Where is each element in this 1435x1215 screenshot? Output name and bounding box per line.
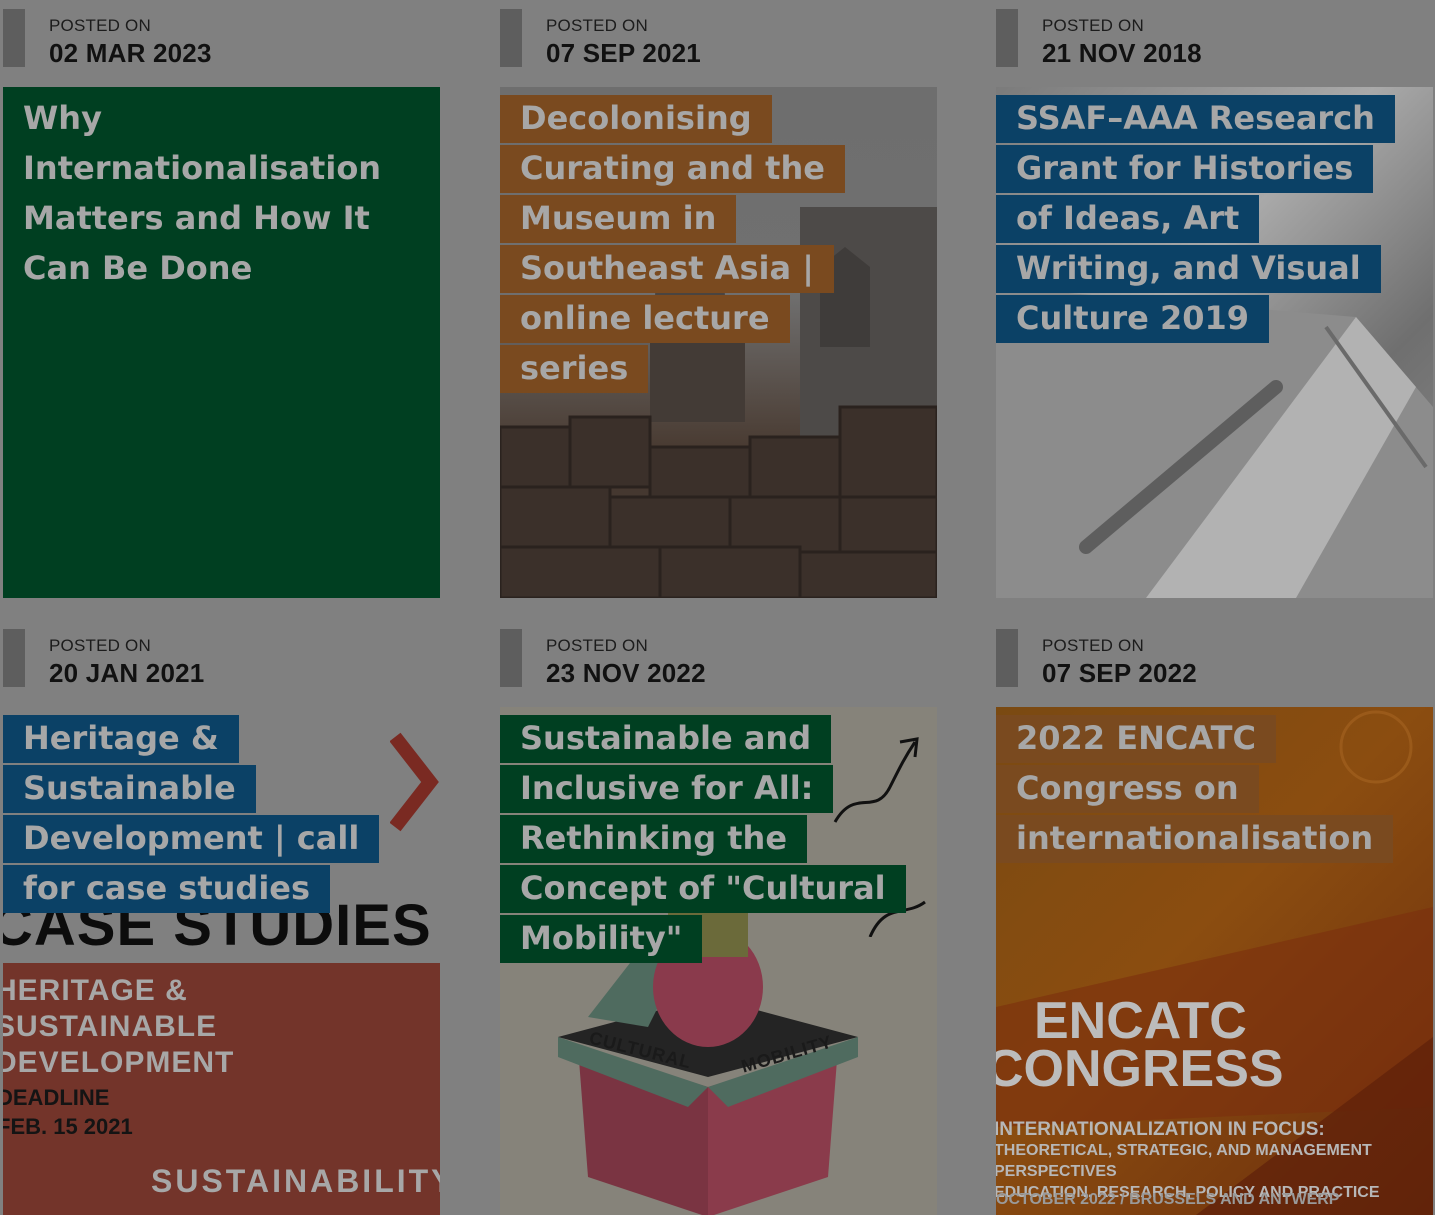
post-meta: POSTED ON 21 NOV 2018 xyxy=(993,0,1431,87)
post-thumbnail[interactable]: Why Internationalisation Matters and How… xyxy=(3,87,440,598)
date-marker xyxy=(996,629,1018,687)
post-date: 02 MAR 2023 xyxy=(49,38,212,68)
post-thumbnail[interactable]: Decolonising Curating and the Museum in … xyxy=(500,87,937,598)
post-title-link[interactable]: Heritage & Sustainable Development | cal… xyxy=(3,715,380,913)
post-card[interactable]: POSTED ON 07 SEP 2021 Decolonising Curat… xyxy=(497,0,937,598)
post-date: 20 JAN 2021 xyxy=(49,658,205,688)
congress-heading: ENCATC CONGRESS xyxy=(996,992,1284,1098)
post-meta: POSTED ON 07 SEP 2021 xyxy=(497,0,935,87)
post-date: 07 SEP 2021 xyxy=(546,38,701,68)
post-thumbnail[interactable]: ENCATC CONGRESS INTERNATIONALIZATION IN … xyxy=(996,707,1433,1215)
posted-on-label: POSTED ON xyxy=(49,16,151,35)
post-card[interactable]: POSTED ON 21 NOV 2018 SSAF–AAA Research … xyxy=(993,0,1433,598)
post-meta: POSTED ON 02 MAR 2023 xyxy=(0,0,438,87)
date-marker xyxy=(500,629,522,687)
post-card[interactable]: POSTED ON 02 MAR 2023 Why Internationali… xyxy=(0,0,440,598)
post-card[interactable]: POSTED ON 20 JAN 2021 CASE STUDIES HERIT… xyxy=(0,620,440,1215)
post-card[interactable]: POSTED ON 23 NOV 2022 CULTURAL MOBILITY xyxy=(497,620,937,1215)
poster-deadline: DEADLINE FEB. 15 2021 xyxy=(3,1085,133,1139)
post-thumbnail[interactable]: SSAF–AAA Research Grant for Histories of… xyxy=(996,87,1433,598)
date-marker xyxy=(500,9,522,67)
date-marker xyxy=(996,9,1018,67)
posted-on-label: POSTED ON xyxy=(1042,636,1144,655)
post-thumbnail[interactable]: CASE STUDIES HERITAGE & SUSTAINABLE DEVE… xyxy=(3,707,440,1215)
poster-panel: HERITAGE & SUSTAINABLE DEVELOPMENT DEADL… xyxy=(3,963,440,1215)
post-card[interactable]: POSTED ON 07 SEP 2022 ENCATC CONGRESS IN… xyxy=(993,620,1433,1215)
post-meta: POSTED ON 07 SEP 2022 xyxy=(993,620,1431,707)
post-title-link[interactable]: Sustainable and Inclusive for All: Rethi… xyxy=(500,715,906,963)
date-marker xyxy=(3,9,25,67)
date-marker xyxy=(3,629,25,687)
post-date: 07 SEP 2022 xyxy=(1042,658,1197,688)
post-title-link[interactable]: Decolonising Curating and the Museum in … xyxy=(500,95,845,393)
posted-on-label: POSTED ON xyxy=(546,636,648,655)
posted-on-label: POSTED ON xyxy=(49,636,151,655)
posted-on-label: POSTED ON xyxy=(546,16,648,35)
post-meta: POSTED ON 20 JAN 2021 xyxy=(0,620,438,707)
post-date: 23 NOV 2022 xyxy=(546,658,706,688)
post-date: 21 NOV 2018 xyxy=(1042,38,1202,68)
post-meta: POSTED ON 23 NOV 2022 xyxy=(497,620,935,707)
posted-on-label: POSTED ON xyxy=(1042,16,1144,35)
poster-tagline: SUSTAINABILITY xyxy=(151,1163,440,1199)
poster-topic: HERITAGE & SUSTAINABLE DEVELOPMENT xyxy=(3,974,235,1079)
post-thumbnail[interactable]: CULTURAL MOBILITY Sustainable and Inclus… xyxy=(500,707,937,1215)
post-title-link[interactable]: 2022 ENCATC Congress on internationalisa… xyxy=(996,715,1394,863)
congress-footer: OCTOBER 2022 / BRUSSELS AND ANTWERP xyxy=(996,1191,1340,1208)
post-title-link[interactable]: SSAF–AAA Research Grant for Histories of… xyxy=(996,95,1395,343)
posts-grid: POSTED ON 02 MAR 2023 Why Internationali… xyxy=(0,0,1435,1215)
post-title-link[interactable]: Why Internationalisation Matters and How… xyxy=(3,95,402,293)
